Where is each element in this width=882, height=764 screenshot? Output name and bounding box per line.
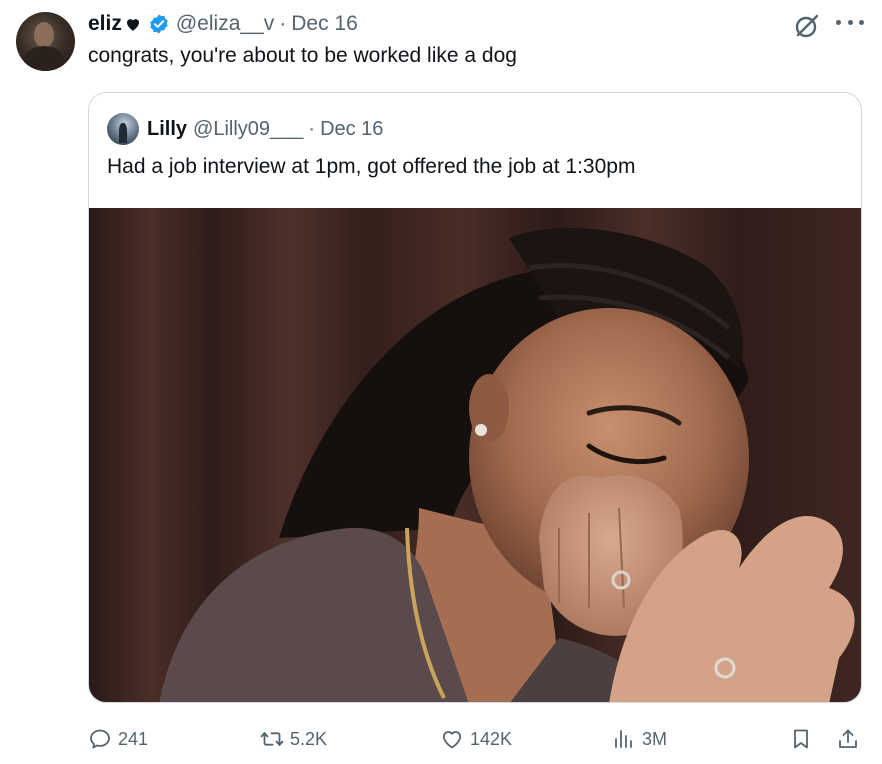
heart-icon [124,15,142,33]
like-button[interactable]: 142K [440,722,512,756]
quoted-display-name[interactable]: Lilly [147,118,187,141]
separator-dot: · [279,12,287,35]
views-chart-icon [615,730,632,748]
quoted-separator-dot: · [308,117,316,140]
media-illustration [89,208,861,702]
tweet-text: congrats, you're about to be worked like… [88,44,517,67]
avatar[interactable] [16,12,75,71]
quoted-date[interactable]: Dec 16 [320,118,383,141]
quoted-tweet-header: Lilly @Lilly09___ · Dec 16 [107,113,383,145]
reply-icon [90,729,110,749]
more-dot [847,19,853,25]
reply-count: 241 [118,728,149,749]
tweet-date[interactable]: Dec 16 [291,12,358,36]
more-dot [836,19,841,25]
views-button[interactable]: 3M [612,722,667,756]
quoted-media-image[interactable] [89,208,861,702]
like-count: 142K [470,728,513,749]
repost-button[interactable]: 5.2K [260,722,327,756]
quoted-tweet-text: Had a job interview at 1pm, got offered … [107,155,636,178]
share-button[interactable] [836,722,860,756]
views-count: 3M [642,728,668,749]
bookmark-button[interactable] [789,722,813,756]
bookmark-icon [794,729,808,749]
handle[interactable]: @eliza__v [176,12,274,36]
repost-count: 5.2K [290,728,328,749]
action-bar: 241 5.2K 142K 3M [0,722,882,756]
more-dot [859,19,864,25]
reply-button[interactable]: 241 [88,722,148,756]
grok-icon[interactable] [794,13,820,39]
quoted-handle[interactable]: @Lilly09___ [193,118,303,141]
display-name[interactable]: eliz [88,12,122,36]
more-icon[interactable] [836,10,864,34]
verified-badge-icon[interactable] [148,13,170,35]
avatar-body [24,46,64,71]
tweet-header: eliz @eliza__v · Dec 16 [88,10,358,38]
heart-icon [442,731,462,749]
quoted-tweet-card[interactable]: Lilly @Lilly09___ · Dec 16 Had a job int… [88,92,862,703]
retweet-icon [260,732,284,746]
share-icon [839,729,857,748]
quoted-avatar[interactable] [107,113,139,145]
avatar-face [34,22,54,48]
